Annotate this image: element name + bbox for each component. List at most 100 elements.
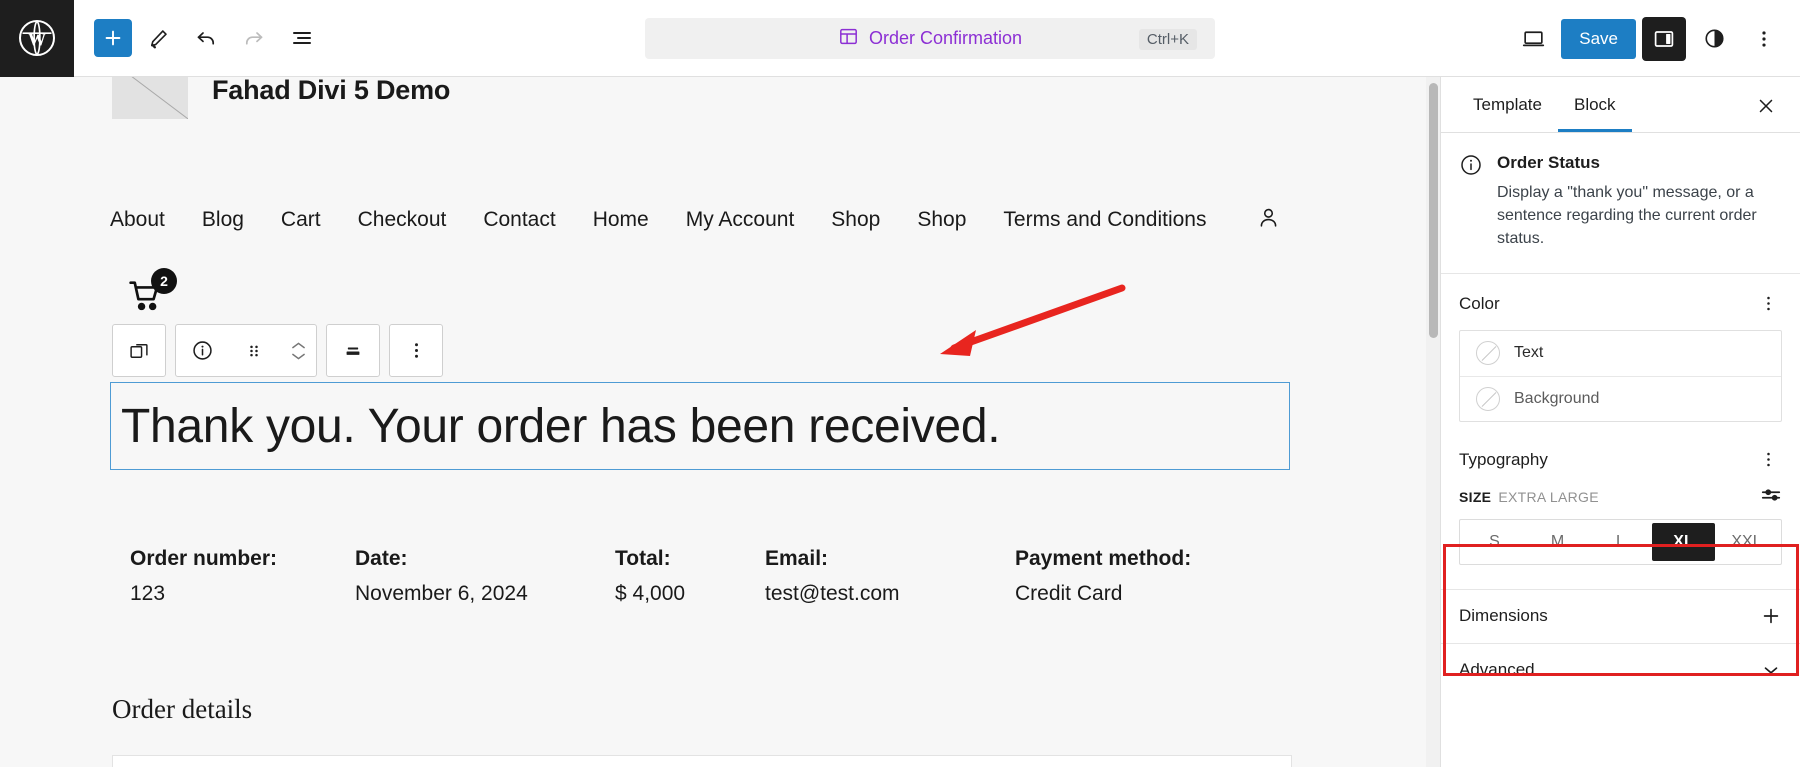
meta-key: Order number:: [130, 547, 278, 570]
command-bar[interactable]: Order Confirmation Ctrl+K: [645, 18, 1215, 59]
typography-section-header: Typography: [1441, 422, 1800, 484]
desktop-preview-icon[interactable]: [1511, 17, 1555, 61]
order-items-table-header: Product Total: [112, 755, 1292, 767]
align-icon[interactable]: [327, 325, 379, 376]
order-details-heading: Order details: [112, 694, 253, 724]
order-meta-row: Order number: 123 Date: November 6, 2024…: [130, 547, 1191, 606]
site-navigation[interactable]: About Blog Cart Checkout Contact Home My…: [110, 205, 1281, 235]
nav-item-terms[interactable]: Terms and Conditions: [1003, 208, 1206, 232]
drag-dots-icon[interactable]: [228, 325, 280, 376]
meta-key: Email:: [765, 547, 829, 570]
block-mover[interactable]: [280, 325, 316, 376]
edit-tool-button[interactable]: [136, 16, 180, 60]
wordpress-logo-icon[interactable]: W: [0, 0, 74, 77]
cart-widget[interactable]: 2: [125, 268, 177, 319]
meta-key: Total:: [615, 547, 671, 570]
undo-button[interactable]: [184, 16, 228, 60]
block-info-title: Order Status: [1497, 153, 1600, 172]
color-options-button[interactable]: [1754, 290, 1782, 318]
contrast-circle-icon[interactable]: [1692, 17, 1736, 61]
meta-key: Payment method:: [1015, 547, 1192, 570]
dimensions-section[interactable]: Dimensions: [1441, 588, 1800, 643]
plus-icon[interactable]: [1760, 605, 1782, 627]
block-toolbar[interactable]: [112, 324, 443, 377]
color-section-header: Color: [1441, 274, 1800, 328]
meta-value: test@test.com: [765, 582, 900, 605]
tab-block[interactable]: Block: [1557, 80, 1632, 132]
list-view-button[interactable]: [280, 16, 324, 60]
advanced-section[interactable]: Advanced: [1441, 642, 1800, 697]
chevron-down-icon[interactable]: [290, 351, 307, 362]
meta-key: Date:: [355, 547, 408, 570]
shopping-cart-icon: [125, 281, 167, 319]
order-status-block-icon[interactable]: [113, 325, 165, 376]
command-bar-shortcut: Ctrl+K: [1138, 29, 1197, 50]
order-meta-date: Date: November 6, 2024: [355, 547, 615, 606]
more-options-button[interactable]: [1742, 17, 1786, 61]
block-info-description: Display a "thank you" message, or a sent…: [1497, 184, 1757, 248]
order-meta-payment-method: Payment method: Credit Card: [1015, 547, 1191, 606]
nav-item-cart[interactable]: Cart: [281, 208, 321, 232]
nav-item-blog[interactable]: Blog: [202, 208, 244, 232]
align-group[interactable]: [326, 324, 380, 377]
font-size-xl[interactable]: XL: [1652, 522, 1715, 561]
meta-value: 123: [130, 582, 166, 605]
close-sidebar-button[interactable]: [1746, 86, 1786, 126]
placeholder-image-icon: [112, 77, 188, 119]
nav-item-my-account[interactable]: My Account: [686, 208, 795, 232]
font-size-l[interactable]: L: [1589, 523, 1652, 561]
top-bar-left-tools: [74, 16, 324, 60]
canvas-scrollbar[interactable]: [1426, 77, 1440, 767]
top-bar-right-tools: Save: [1511, 0, 1786, 77]
template-layout-icon: [838, 26, 859, 52]
tab-template[interactable]: Template: [1457, 80, 1558, 132]
meta-value: Credit Card: [1015, 582, 1123, 605]
editor-canvas[interactable]: Fahad Divi 5 Demo About Blog Cart Checko…: [0, 77, 1440, 767]
color-option-label: Background: [1514, 389, 1600, 407]
canvas-scrollbar-thumb[interactable]: [1429, 83, 1438, 338]
block-options-group[interactable]: [389, 324, 443, 377]
color-options-list: Text Background: [1459, 329, 1782, 422]
info-circle-icon[interactable]: [176, 325, 228, 376]
order-status-text: Thank you. Your order has been received.: [121, 399, 1001, 453]
nav-item-checkout[interactable]: Checkout: [358, 208, 447, 232]
chevron-down-icon[interactable]: [1760, 659, 1782, 681]
nav-item-about[interactable]: About: [110, 208, 165, 232]
save-button[interactable]: Save: [1561, 18, 1636, 59]
background-color-swatch-icon: [1476, 386, 1500, 411]
font-size-xxl[interactable]: XXL: [1715, 523, 1778, 561]
site-title: Fahad Divi 5 Demo: [212, 77, 451, 105]
order-status-block[interactable]: Thank you. Your order has been received.: [110, 382, 1290, 470]
order-meta-total: Total: $ 4,000: [615, 547, 765, 606]
template-preview: Fahad Divi 5 Demo About Blog Cart Checko…: [0, 77, 1420, 767]
settings-panel-toggle[interactable]: [1642, 16, 1686, 61]
color-option-background[interactable]: Background: [1460, 375, 1781, 421]
block-type-group[interactable]: [112, 324, 166, 377]
text-color-swatch-icon: [1476, 341, 1500, 366]
svg-text:W: W: [28, 29, 47, 49]
block-info-panel: Order Status Display a "thank you" messa…: [1441, 133, 1800, 274]
dimensions-label: Dimensions: [1459, 606, 1548, 626]
info-circle-icon: [1459, 153, 1483, 251]
redo-button[interactable]: [232, 16, 276, 60]
typography-options-button[interactable]: [1754, 446, 1782, 474]
font-size-s[interactable]: S: [1463, 523, 1526, 561]
nav-item-shop-1[interactable]: Shop: [831, 208, 880, 232]
add-block-button[interactable]: [94, 19, 132, 57]
block-controls-group[interactable]: [175, 324, 317, 377]
size-settings-icon[interactable]: [1760, 484, 1782, 511]
nav-item-contact[interactable]: Contact: [483, 208, 555, 232]
font-size-key: SIZE: [1459, 489, 1492, 506]
nav-item-shop-2[interactable]: Shop: [917, 208, 966, 232]
cart-count-badge: 2: [151, 268, 177, 294]
color-section-title: Color: [1459, 293, 1500, 313]
block-options-button[interactable]: [390, 325, 442, 376]
font-size-m[interactable]: M: [1526, 523, 1589, 561]
font-size-value: EXTRA LARGE: [1498, 489, 1599, 506]
nav-item-home[interactable]: Home: [593, 208, 649, 232]
font-size-segmented-control[interactable]: S M L XL XXL: [1459, 518, 1782, 565]
chevron-up-icon[interactable]: [290, 340, 307, 351]
color-option-text[interactable]: Text: [1460, 331, 1781, 376]
user-account-icon[interactable]: [1256, 205, 1281, 235]
meta-value: November 6, 2024: [355, 582, 528, 605]
